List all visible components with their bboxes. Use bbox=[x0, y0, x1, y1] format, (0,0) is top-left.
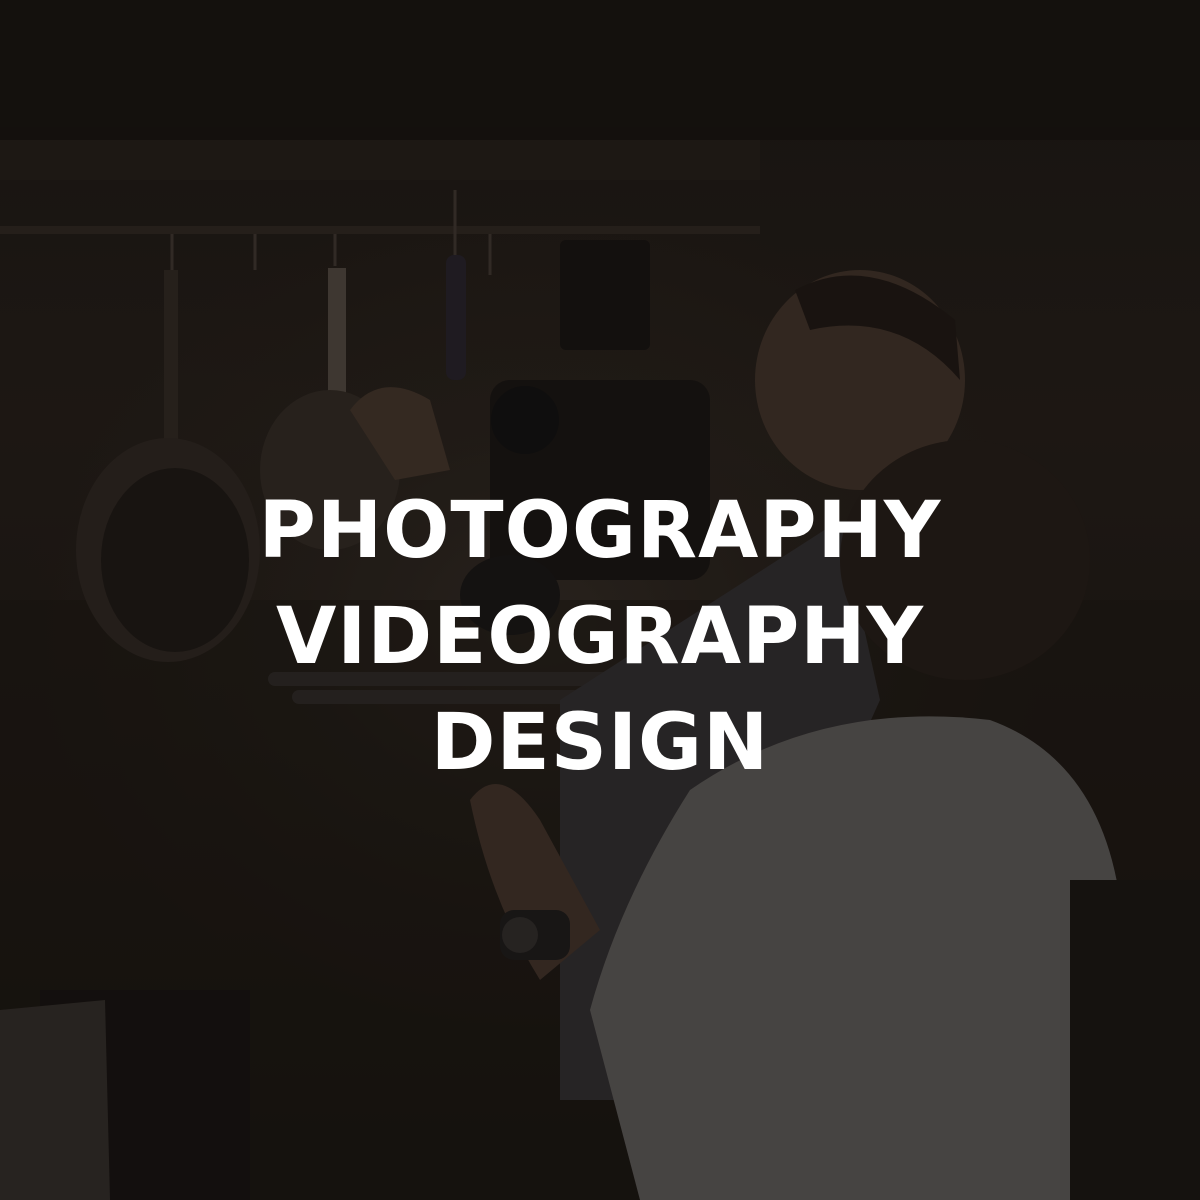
services-headline: PHOTOGRAPHY VIDEOGRAPHY DESIGN bbox=[0, 478, 1200, 796]
headline-line-design: DESIGN bbox=[430, 698, 770, 788]
hero-banner: PHOTOGRAPHY VIDEOGRAPHY DESIGN bbox=[0, 0, 1200, 1200]
headline-line-photography: PHOTOGRAPHY bbox=[258, 486, 942, 576]
headline-line-videography: VIDEOGRAPHY bbox=[275, 592, 925, 682]
